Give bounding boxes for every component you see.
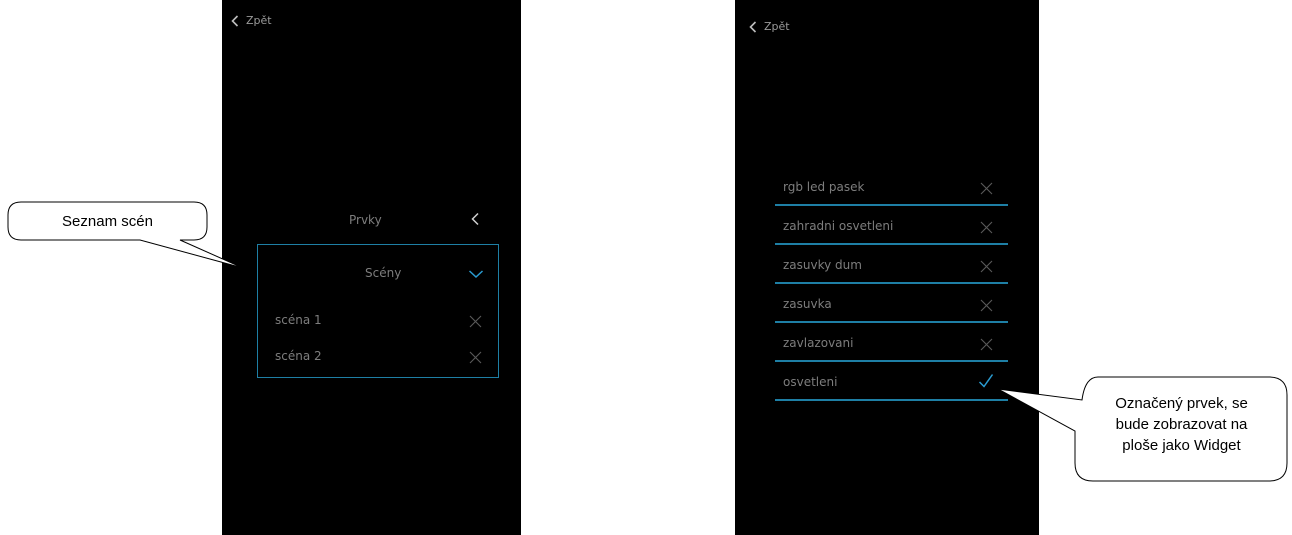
- callout-left-text: Seznam scén: [62, 213, 153, 230]
- callout-right-text: Označený prvek, se bude zobrazovat na pl…: [1078, 393, 1285, 456]
- callout-right-line: ploše jako Widget: [1122, 437, 1241, 454]
- callout-right-line: bude zobrazovat na: [1115, 416, 1248, 433]
- callout-right-line: Označený prvek, se: [1115, 395, 1248, 412]
